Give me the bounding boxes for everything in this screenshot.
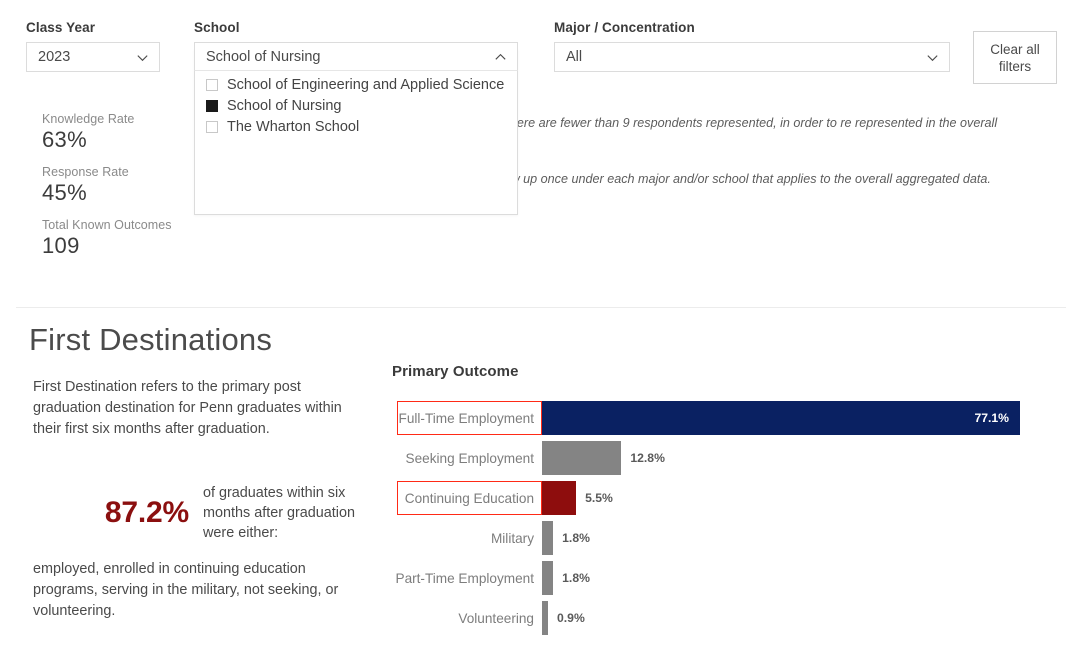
- kpi-label: Knowledge Rate: [42, 112, 135, 126]
- bar[interactable]: [542, 481, 577, 515]
- bar-value-label: 12.8%: [630, 451, 665, 465]
- bar-value-label: 0.9%: [557, 611, 585, 625]
- bar-label-cell[interactable]: Continuing Education: [390, 478, 542, 518]
- kpi-response-rate: Response Rate 45%: [42, 165, 192, 206]
- bar[interactable]: 77.1%: [542, 401, 1020, 435]
- chevron-up-icon[interactable]: [493, 49, 508, 64]
- headline-stat-number: 87.2%: [104, 496, 189, 529]
- major-select[interactable]: All: [554, 42, 950, 72]
- headline-stat-row: 87.2% of graduates within six months aft…: [33, 483, 363, 543]
- kpi-label: Response Rate: [42, 165, 129, 179]
- chevron-down-icon[interactable]: [135, 50, 150, 65]
- school-dropdown-list[interactable]: College Of Arts & Sciences School of Eng…: [194, 49, 518, 215]
- bar-category-label: Part-Time Employment: [395, 570, 535, 586]
- headline-stat-detail: employed, enrolled in continuing educati…: [33, 561, 339, 619]
- bar-label-cell[interactable]: Seeking Employment: [390, 438, 542, 478]
- bar-track: 5.5%: [542, 478, 1070, 518]
- major-filter-group: Major / Concentration All: [554, 20, 950, 72]
- bar-category-label: Full-Time Employment: [398, 410, 534, 426]
- kpi-total-known-outcomes: Total Known Outcomes 109: [42, 218, 192, 259]
- chevron-down-icon[interactable]: [925, 50, 940, 65]
- major-value: All: [566, 49, 583, 65]
- bar-row[interactable]: Full-Time Employment 77.1%: [390, 398, 1070, 438]
- bar-label-cell[interactable]: Part-Time Employment: [390, 558, 542, 598]
- bar-track: 77.1%: [542, 398, 1070, 438]
- class-year-value: 2023: [38, 49, 71, 65]
- class-year-select[interactable]: 2023: [26, 42, 160, 72]
- chart-title: Primary Outcome: [392, 363, 519, 380]
- bar-value-label: 1.8%: [562, 571, 590, 585]
- bar-row[interactable]: Volunteering 0.9%: [390, 598, 1070, 638]
- major-label: Major / Concentration: [554, 20, 695, 35]
- bar-category-label: Continuing Education: [404, 490, 534, 506]
- checkbox-checked-icon[interactable]: [206, 99, 218, 112]
- kpi-knowledge-rate: Knowledge Rate 63%: [42, 112, 192, 153]
- bar[interactable]: [542, 441, 622, 475]
- kpi-stack: Knowledge Rate 63% Response Rate 45% Tot…: [42, 112, 192, 271]
- bar-track: 12.8%: [542, 438, 1070, 478]
- school-option-label: School of Nursing: [227, 97, 342, 114]
- school-option-label: The Wharton School: [227, 118, 360, 135]
- filter-bar: Class Year 2023 School School of Nursing…: [0, 0, 1080, 308]
- chart-bar-rows: Full-Time Employment 77.1% Seeking Employm…: [390, 398, 1070, 638]
- school-option[interactable]: School of Nursing: [195, 95, 517, 116]
- bar-value-label: 1.8%: [562, 531, 590, 545]
- bar-track: 0.9%: [542, 598, 1070, 638]
- bar[interactable]: [542, 521, 554, 555]
- clear-all-filters-button[interactable]: Clear all filters: [973, 31, 1057, 84]
- bar[interactable]: [542, 561, 554, 595]
- bar-category-label: Seeking Employment: [405, 450, 534, 466]
- bar-label-cell[interactable]: Full-Time Employment: [390, 398, 542, 438]
- school-value: School of Nursing: [206, 48, 321, 65]
- bar-row[interactable]: Military 1.8%: [390, 518, 1070, 558]
- class-year-filter-group: Class Year 2023: [26, 20, 160, 72]
- class-year-label: Class Year: [26, 20, 96, 35]
- kpi-value: 45%: [42, 180, 87, 205]
- bar-row[interactable]: Seeking Employment 12.8%: [390, 438, 1070, 478]
- primary-outcome-chart: Primary Outcome Full-Time Employment 77.1…: [390, 363, 1070, 638]
- bar-category-label: Military: [490, 530, 534, 546]
- school-option-label: School of Engineering and Applied Scienc…: [227, 76, 505, 93]
- kpi-label: Total Known Outcomes: [42, 218, 172, 232]
- school-select[interactable]: School of Nursing: [194, 42, 518, 71]
- checkbox-unchecked-icon[interactable]: [206, 120, 218, 133]
- school-label: School: [194, 20, 240, 35]
- bar-label-cell[interactable]: Military: [390, 518, 542, 558]
- school-option[interactable]: School of Engineering and Applied Scienc…: [195, 74, 517, 95]
- headline-stat-block: 87.2% of graduates within six months aft…: [33, 483, 363, 622]
- section-divider: [16, 307, 1066, 308]
- kpi-value: 63%: [42, 127, 87, 152]
- bar[interactable]: [542, 601, 548, 635]
- checkbox-unchecked-icon[interactable]: [206, 78, 218, 91]
- bar-track: 1.8%: [542, 558, 1070, 598]
- bar-row[interactable]: Continuing Education 5.5%: [390, 478, 1070, 518]
- bar-label-cell[interactable]: Volunteering: [390, 598, 542, 638]
- page-title: First Destinations: [29, 322, 273, 357]
- kpi-value: 109: [42, 233, 80, 258]
- bar-value-label: 77.1%: [974, 411, 1009, 425]
- school-option[interactable]: The Wharton School: [195, 116, 517, 137]
- bar-track: 1.8%: [542, 518, 1070, 558]
- school-filter-group: School School of Nursing College Of Arts…: [194, 20, 518, 215]
- headline-stat-caption: of graduates within six months after gra…: [203, 485, 355, 541]
- bar-row[interactable]: Part-Time Employment 1.8%: [390, 558, 1070, 598]
- intro-paragraph: First Destination refers to the primary …: [33, 379, 342, 437]
- bar-category-label: Volunteering: [458, 610, 534, 626]
- bar-value-label: 5.5%: [585, 491, 613, 505]
